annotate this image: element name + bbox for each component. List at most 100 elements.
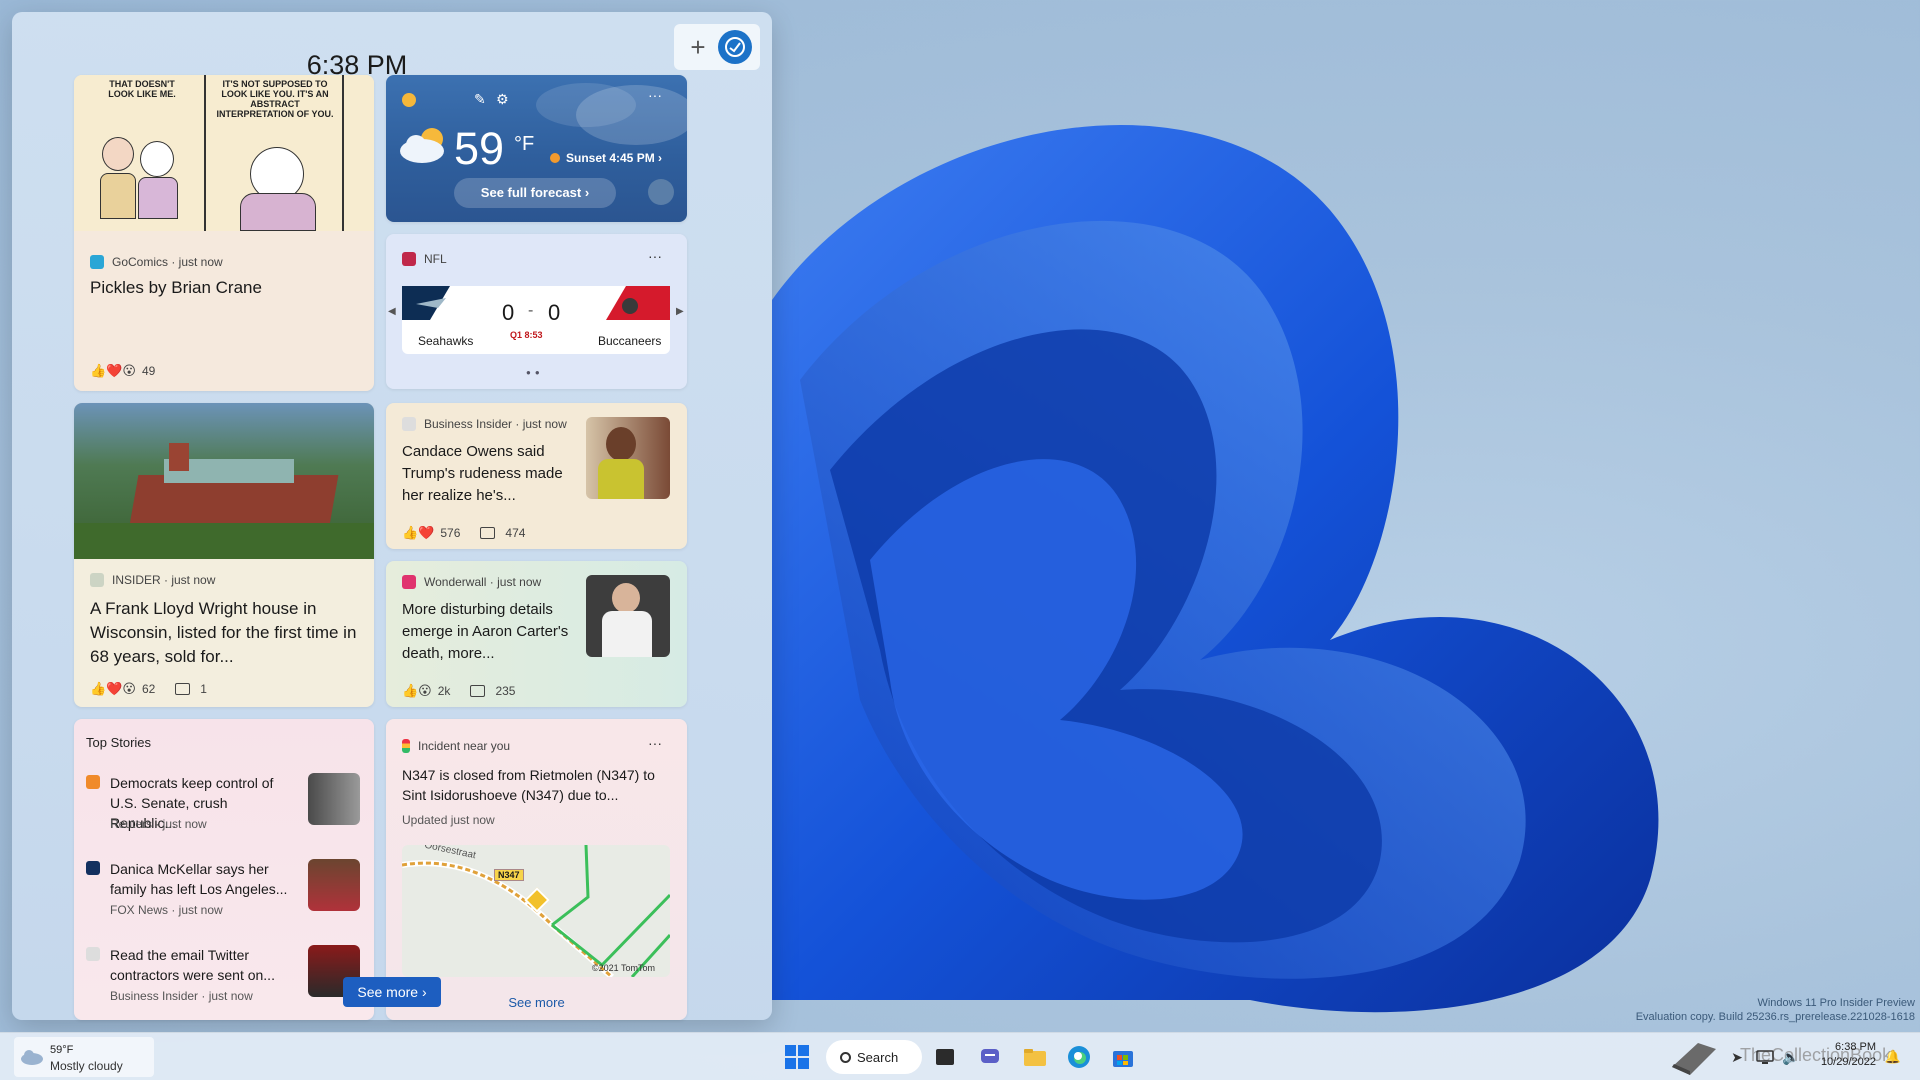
sunset-time[interactable]: Sunset 4:45 PM ›: [550, 151, 662, 165]
incident-text[interactable]: N347 is closed from Rietmolen (N347) to …: [402, 765, 672, 805]
reaction-icons: 👍❤️😮: [90, 681, 136, 696]
comic-image: THAT DOESN'T LOOK LIKE ME. IT'S NOT SUPP…: [74, 75, 374, 231]
business-insider-logo-icon: [86, 947, 100, 961]
seahawks-logo-icon: [402, 286, 450, 320]
edge-browser-icon[interactable]: [1064, 1042, 1094, 1072]
score-box: 0 - 0 Q1 8:53 Seahawks Buccaneers: [402, 286, 670, 354]
comic-bubble-1: THAT DOESN'T LOOK LIKE ME.: [108, 79, 176, 99]
weather-card[interactable]: ✎ ⚙ ··· 59 °F Sunset 4:45 PM › See full …: [386, 75, 687, 222]
file-explorer-icon[interactable]: [1020, 1042, 1050, 1072]
nfl-more-button[interactable]: ···: [648, 248, 662, 264]
taskbar-weather-temp: 59°F: [50, 1044, 74, 1056]
candace-source: Business Insider · just now: [424, 417, 567, 431]
news-card-frank-lloyd-wright[interactable]: INSIDER · just now A Frank Lloyd Wright …: [74, 403, 374, 707]
system-clock[interactable]: 6:38 PM 10/29/2022: [1821, 1040, 1876, 1070]
book-logo-icon: [1668, 1037, 1720, 1077]
notification-bell-icon[interactable]: 🔔: [1878, 1042, 1908, 1072]
traffic-incident-card[interactable]: Incident near you ··· N347 is closed fro…: [386, 719, 687, 1020]
see-more-button[interactable]: See more ›: [343, 977, 441, 1007]
weather-unit: °F: [514, 133, 535, 155]
house-image: [74, 403, 374, 559]
comic-bubble-2: IT'S NOT SUPPOSED TO LOOK LIKE YOU. IT'S…: [216, 79, 334, 119]
map-credit: ©2021 TomTom: [592, 963, 655, 973]
microsoft-store-icon[interactable]: [1108, 1042, 1138, 1072]
frank-headline[interactable]: A Frank Lloyd Wright house in Wisconsin,…: [90, 597, 360, 669]
story-thumbnail: [308, 773, 360, 825]
insider-logo-icon: [90, 573, 104, 587]
top-stories-card: Top Stories Democrats keep control of U.…: [74, 719, 374, 1020]
story-meta: Business Insider · just now: [110, 989, 253, 1003]
home-team-name: Seahawks: [418, 334, 474, 348]
story-thumbnail: [308, 859, 360, 911]
watermark-line-1: Windows 11 Pro Insider Preview: [1757, 997, 1915, 1009]
reaction-icons: 👍😮: [402, 683, 432, 698]
comic-title[interactable]: Pickles by Brian Crane: [90, 277, 360, 299]
chevron-left-icon[interactable]: ◀: [388, 306, 396, 317]
nfl-score-card[interactable]: NFL ··· ◀ ▶ 0 - 0 Q1 8:53 Seahawks Bucca…: [386, 234, 687, 389]
news-card-candace-owens[interactable]: Business Insider · just now Candace Owen…: [386, 403, 687, 549]
taskbar-weather-widget[interactable]: 59°F Mostly cloudy: [14, 1037, 154, 1077]
story-item[interactable]: Danica McKellar says her family has left…: [86, 859, 366, 939]
away-score: 0: [548, 300, 561, 325]
comment-icon: [480, 527, 496, 539]
weather-temperature: 59: [454, 123, 505, 174]
game-clock: Q1 8:53: [510, 330, 543, 340]
home-score: 0: [502, 300, 515, 325]
wonder-likes: 2k: [437, 684, 451, 698]
taskbar: 59°F Mostly cloudy Search TheCollectionB…: [0, 1032, 1920, 1080]
profile-icon[interactable]: [718, 30, 752, 64]
frank-source: INSIDER · just now: [112, 573, 216, 587]
task-view-icon[interactable]: [930, 1042, 960, 1072]
taskbar-weather-desc: Mostly cloudy: [50, 1059, 123, 1073]
see-full-forecast-button[interactable]: See full forecast ›: [454, 178, 616, 208]
wonderwall-logo-icon: [402, 575, 416, 589]
chevron-right-icon[interactable]: ▶: [676, 306, 684, 317]
candace-likes: 576: [440, 526, 461, 540]
wonder-source: Wonderwall · just now: [424, 575, 542, 589]
sunset-icon: [550, 153, 560, 163]
aaron-carter-thumbnail: [586, 575, 670, 657]
reuters-logo-icon: [86, 775, 100, 789]
pager-dots[interactable]: ●●: [526, 368, 544, 377]
traffic-light-icon: [402, 739, 410, 753]
buccaneers-logo-icon: [606, 286, 670, 320]
news-card-aaron-carter[interactable]: Wonderwall · just now More disturbing de…: [386, 561, 687, 707]
wonder-headline[interactable]: More disturbing details emerge in Aaron …: [402, 599, 580, 665]
taskbar-search-box[interactable]: Search: [826, 1040, 922, 1074]
edit-icon[interactable]: ✎: [474, 91, 486, 108]
teams-chat-icon[interactable]: [976, 1042, 1006, 1072]
incident-map[interactable]: Oorsestraat N347 ©2021 TomTom: [402, 845, 670, 977]
candace-thumbnail: [586, 417, 670, 499]
add-widget-button[interactable]: +: [682, 27, 714, 67]
clock-date: 10/29/2022: [1820, 1056, 1876, 1068]
reaction-icons: 👍❤️😮: [90, 363, 136, 378]
comment-icon: [470, 685, 486, 697]
story-item[interactable]: Read the email Twitter contractors were …: [86, 945, 366, 1020]
reaction-icons: 👍❤️: [402, 525, 435, 540]
comment-icon: [175, 683, 191, 695]
nfl-logo-icon: [402, 252, 416, 266]
wonder-comments: 235: [495, 684, 516, 698]
candace-headline[interactable]: Candace Owens said Trump's rudeness made…: [402, 441, 580, 507]
watermark-line-2: Evaluation copy. Build 25236.rs_prerelea…: [1635, 1011, 1915, 1023]
incident-updated: Updated just now: [402, 813, 495, 827]
evaluation-watermark: Windows 11 Pro Insider Preview Evaluatio…: [1636, 996, 1915, 1024]
comic-card[interactable]: THAT DOESN'T LOOK LIKE ME. IT'S NOT SUPP…: [74, 75, 374, 391]
panel-actions: +: [674, 24, 760, 70]
comic-reaction-count: 49: [141, 364, 156, 378]
sun-small-icon: [402, 93, 416, 107]
story-title[interactable]: Read the email Twitter contractors were …: [110, 945, 290, 985]
story-item[interactable]: Democrats keep control of U.S. Senate, c…: [86, 773, 366, 853]
incident-more-button[interactable]: ···: [648, 735, 662, 751]
location-icon[interactable]: ➤: [1722, 1042, 1752, 1072]
top-stories-heading: Top Stories: [86, 735, 152, 750]
settings-icon[interactable]: ⚙: [496, 91, 509, 108]
weather-more-button[interactable]: ···: [648, 87, 662, 103]
partly-cloudy-icon: [400, 128, 444, 163]
candace-comments: 474: [505, 526, 526, 540]
away-team-name: Buccaneers: [598, 334, 662, 348]
start-icon[interactable]: [782, 1042, 812, 1072]
map-pin-icon: [648, 179, 674, 205]
volume-icon[interactable]: 🔈: [1776, 1042, 1806, 1072]
story-title[interactable]: Danica McKellar says her family has left…: [110, 859, 290, 899]
